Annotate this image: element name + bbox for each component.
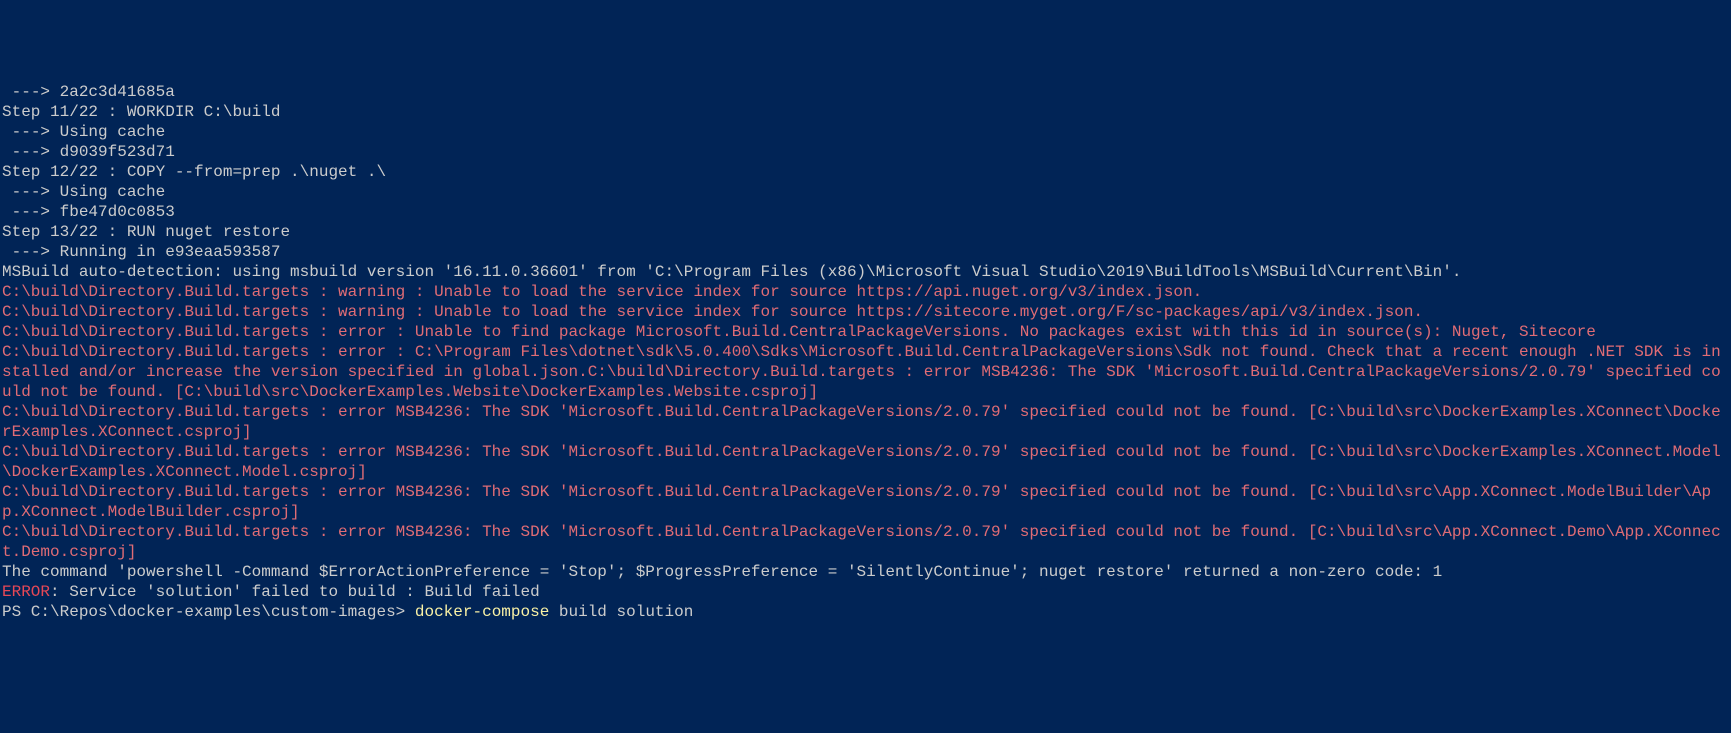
output-line: ---> 2a2c3d41685a xyxy=(2,82,1729,102)
output-line: Step 11/22 : WORKDIR C:\build xyxy=(2,102,1729,122)
output-line: ---> Using cache xyxy=(2,122,1729,142)
output-line: MSBuild auto-detection: using msbuild ve… xyxy=(2,262,1729,282)
terminal-output[interactable]: ---> 2a2c3d41685aStep 11/22 : WORKDIR C:… xyxy=(2,82,1729,622)
error-line: C:\build\Directory.Build.targets : error… xyxy=(2,322,1729,342)
warning-line: C:\build\Directory.Build.targets : warni… xyxy=(2,302,1729,322)
ps-prompt: PS C:\Repos\docker-examples\custom-image… xyxy=(2,603,415,621)
error-line: C:\build\Directory.Build.targets : error… xyxy=(2,342,1729,402)
output-line: The command 'powershell -Command $ErrorA… xyxy=(2,562,1729,582)
error-line: C:\build\Directory.Build.targets : error… xyxy=(2,522,1729,562)
error-label: ERROR xyxy=(2,583,50,601)
error-line: C:\build\Directory.Build.targets : error… xyxy=(2,442,1729,482)
output-line: Step 13/22 : RUN nuget restore xyxy=(2,222,1729,242)
warning-line: C:\build\Directory.Build.targets : warni… xyxy=(2,282,1729,302)
output-line: Step 12/22 : COPY --from=prep .\nuget .\ xyxy=(2,162,1729,182)
output-line: ---> Running in e93eaa593587 xyxy=(2,242,1729,262)
command-name: docker-compose xyxy=(415,603,549,621)
prompt-line[interactable]: PS C:\Repos\docker-examples\custom-image… xyxy=(2,602,1729,622)
output-line: ---> Using cache xyxy=(2,182,1729,202)
error-line: C:\build\Directory.Build.targets : error… xyxy=(2,402,1729,442)
error-summary-line: ERROR: Service 'solution' failed to buil… xyxy=(2,582,1729,602)
output-line: ---> d9039f523d71 xyxy=(2,142,1729,162)
output-line: ---> fbe47d0c0853 xyxy=(2,202,1729,222)
error-message: : Service 'solution' failed to build : B… xyxy=(50,583,540,601)
command-args: build solution xyxy=(549,603,693,621)
error-line: C:\build\Directory.Build.targets : error… xyxy=(2,482,1729,522)
